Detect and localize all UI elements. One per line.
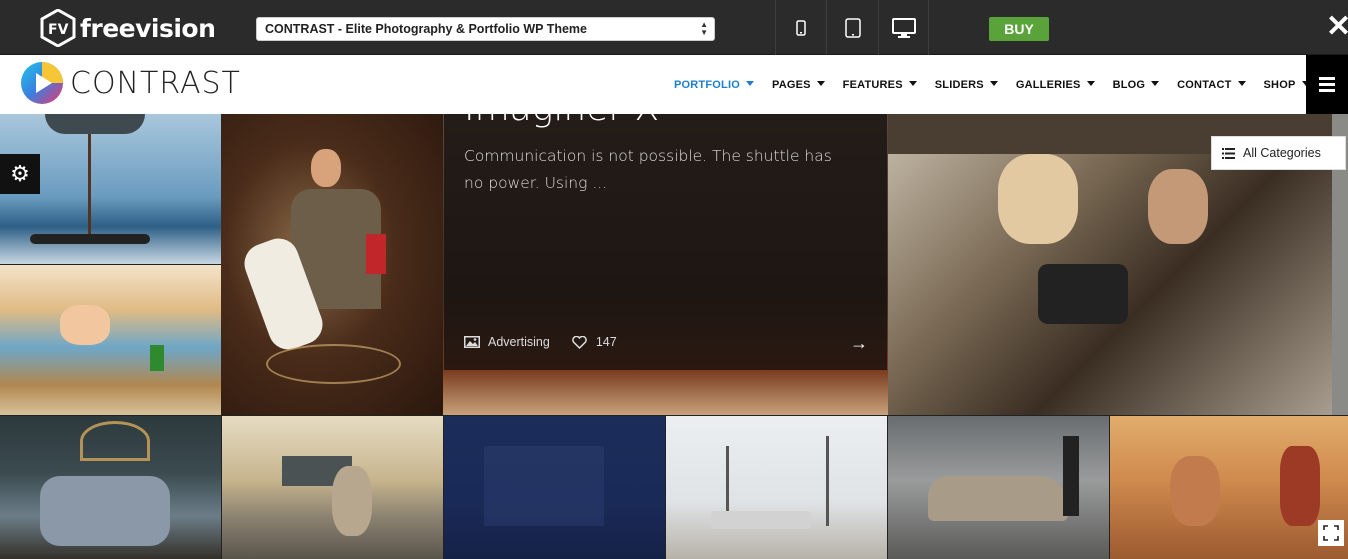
nav-item-label: CONTACT	[1177, 78, 1232, 91]
demo-top-bar: FV freevision CONTRAST - Elite Photograp…	[0, 0, 1348, 55]
buy-button[interactable]: BUY	[989, 17, 1049, 41]
portfolio-item-likes: 147	[595, 335, 617, 349]
nav-item-contact[interactable]: CONTACT	[1177, 78, 1246, 91]
close-icon[interactable]: ✕	[1326, 10, 1348, 44]
portfolio-tile-beach-scene-photo[interactable]	[0, 265, 221, 415]
nav-item-pages[interactable]: PAGES	[772, 79, 825, 91]
image-icon	[464, 336, 480, 348]
portfolio-tile-ornate-bed-photo[interactable]	[0, 416, 221, 559]
portfolio-item-meta: Advertising 147	[464, 335, 617, 349]
theme-select-value: CONTRAST - Elite Photography & Portfolio…	[265, 22, 587, 36]
nav-item-portfolio[interactable]: PORTFOLIO	[674, 79, 754, 91]
portfolio-tile-kid-plane-photo[interactable]	[666, 416, 887, 559]
main-nav: PORTFOLIO PAGES FEATURES SLIDERS GALLERI…	[674, 55, 1328, 114]
site-logo[interactable]: CONTRAST	[20, 61, 241, 105]
category-filter-label: All Categories	[1243, 146, 1321, 160]
hamburger-icon	[1319, 77, 1335, 80]
nav-item-shop[interactable]: SHOP	[1264, 79, 1310, 91]
nav-item-label: FEATURES	[842, 78, 903, 91]
desktop-view-button[interactable]	[878, 0, 929, 55]
site-logo-text: CONTRAST	[70, 65, 241, 101]
nav-item-label: SHOP	[1263, 78, 1296, 91]
freevision-logo-icon: FV	[40, 9, 76, 47]
category-filter-button[interactable]: All Categories	[1211, 136, 1346, 170]
tablet-view-button[interactable]	[826, 0, 878, 55]
nav-item-label: PORTFOLIO	[674, 78, 740, 91]
gear-icon: ⚙	[10, 161, 30, 186]
portfolio-tile-warriors-photo[interactable]	[1110, 416, 1348, 559]
arrow-right-icon[interactable]: →	[850, 333, 868, 354]
nav-item-label: BLOG	[1112, 78, 1146, 91]
caret-down-icon	[816, 80, 825, 86]
portfolio-tile-street-creature-photo[interactable]	[222, 416, 443, 559]
nav-item-label: PAGES	[771, 78, 811, 91]
fullscreen-button[interactable]	[1318, 520, 1344, 546]
contrast-logo-icon	[21, 62, 63, 104]
freevision-logo[interactable]: FV freevision	[40, 9, 216, 47]
select-arrows-icon: ▲ ▼	[700, 20, 708, 37]
freevision-brand-text: freevision	[80, 13, 216, 43]
portfolio-item-excerpt: Communication is not possible. The shutt…	[464, 147, 832, 192]
settings-button[interactable]: ⚙	[0, 154, 40, 194]
expand-icon	[1323, 525, 1339, 541]
heart-icon[interactable]	[572, 335, 587, 349]
caret-down-icon	[1086, 80, 1095, 86]
site-header: CONTRAST PORTFOLIO PAGES FEATURES SLIDER…	[0, 55, 1348, 114]
portfolio-tile-library-couple-photo[interactable]	[221, 114, 443, 415]
tablet-icon	[844, 17, 861, 38]
caret-down-icon	[989, 80, 998, 86]
caret-down-icon	[745, 80, 754, 86]
caret-down-icon	[1151, 80, 1160, 86]
mobile-icon	[796, 19, 806, 36]
theme-select[interactable]: CONTRAST - Elite Photography & Portfolio…	[256, 17, 715, 41]
portfolio-item-category[interactable]: Advertising	[488, 335, 550, 349]
portfolio-tile-garage-car-photo[interactable]	[888, 416, 1109, 559]
caret-down-icon	[908, 80, 917, 86]
list-icon	[1222, 147, 1235, 159]
nav-item-label: SLIDERS	[934, 78, 984, 91]
portfolio-tile-blue-toned-photo[interactable]	[444, 416, 665, 559]
nav-item-features[interactable]: FEATURES	[843, 79, 917, 91]
nav-item-sliders[interactable]: SLIDERS	[935, 79, 998, 91]
mobile-view-button[interactable]	[775, 0, 826, 55]
hamburger-menu-button[interactable]	[1306, 55, 1348, 114]
caret-down-icon	[1237, 80, 1246, 86]
nav-item-galleries[interactable]: GALLERIES	[1016, 79, 1095, 91]
svg-text:FV: FV	[48, 22, 69, 38]
nav-item-label: GALLERIES	[1015, 78, 1081, 91]
desktop-icon	[891, 17, 916, 38]
nav-item-blog[interactable]: BLOG	[1113, 79, 1160, 91]
